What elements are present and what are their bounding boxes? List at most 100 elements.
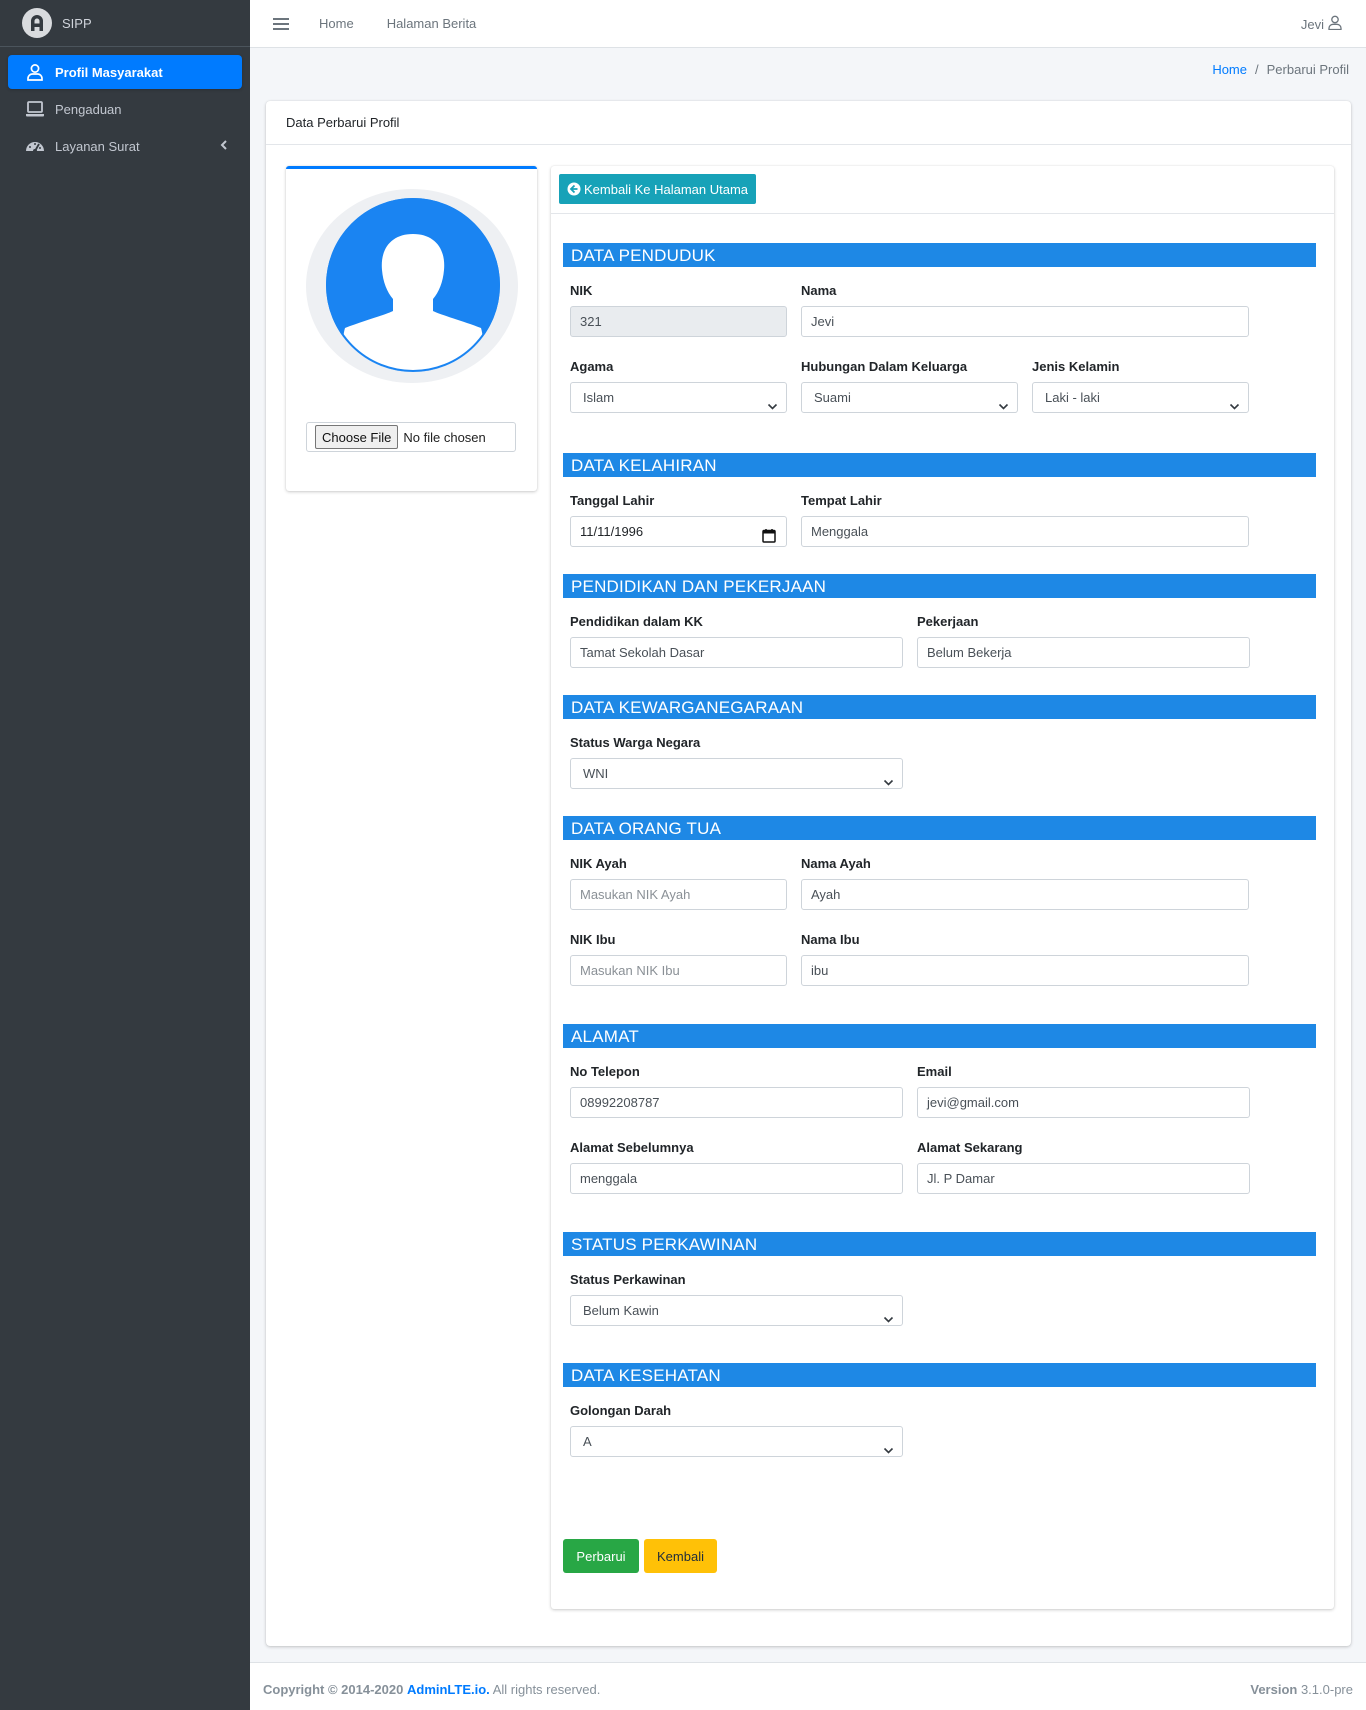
brand-logo-icon (22, 8, 52, 38)
status-perkawinan-select[interactable]: Belum Kawin (570, 1295, 903, 1326)
section-data-kesehatan: DATA KESEHATAN (563, 1363, 1316, 1387)
nik-ibu-field[interactable]: Masukan NIK Ibu (570, 955, 787, 986)
sidebar-item-pengaduan[interactable]: Pengaduan (8, 92, 242, 126)
user-icon (1328, 15, 1342, 33)
sidebar-item-layanan-surat[interactable]: Layanan Surat (8, 129, 242, 163)
alamat-sekarang-field[interactable]: Jl. P Damar (917, 1163, 1250, 1194)
section-pendidikan-pekerjaan: PENDIDIKAN DAN PEKERJAAN (563, 574, 1316, 598)
nama-ibu-field[interactable]: ibu (801, 955, 1249, 986)
telepon-field[interactable]: 08992208787 (570, 1087, 903, 1118)
section-data-penduduk: DATA PENDUDUK (563, 243, 1316, 267)
status-warga-value: WNI (583, 766, 609, 781)
calendar-icon[interactable] (762, 524, 776, 546)
label-golongan-darah: Golongan Darah (570, 1403, 672, 1418)
chevron-down-icon (883, 1306, 894, 1323)
pendidikan-field[interactable]: Tamat Sekolah Dasar (570, 637, 903, 668)
jenis-kelamin-value: Laki - laki (1045, 390, 1100, 405)
label-pendidikan: Pendidikan dalam KK (570, 614, 703, 629)
label-nik-ayah: NIK Ayah (570, 856, 627, 871)
back-button-label: Kembali Ke Halaman Utama (584, 181, 749, 197)
chevron-down-icon (883, 1437, 894, 1454)
rights-text: All rights reserved. (492, 1682, 601, 1697)
nik-ayah-field[interactable]: Masukan NIK Ayah (570, 879, 787, 910)
nama-ayah-field[interactable]: Ayah (801, 879, 1249, 910)
status-perkawinan-value: Belum Kawin (583, 1303, 659, 1318)
top-navbar: Home Halaman Berita Jevi (250, 0, 1366, 48)
label-email: Email (917, 1064, 952, 1079)
breadcrumb-separator: / (1255, 62, 1259, 77)
status-warga-select[interactable]: WNI (570, 758, 903, 789)
file-status: No file chosen (403, 429, 486, 445)
avatar-frame (306, 189, 518, 383)
sidebar-item-label: Pengaduan (55, 101, 122, 117)
section-alamat: ALAMAT (563, 1024, 1316, 1048)
golongan-darah-select[interactable]: A (570, 1426, 903, 1457)
label-tanggal-lahir: Tanggal Lahir (570, 493, 655, 508)
sidebar: SIPP Profil Masyarakat Pengaduan Layanan… (0, 0, 250, 1710)
brand[interactable]: SIPP (0, 0, 250, 47)
label-nama-ibu: Nama Ibu (801, 932, 860, 947)
label-pekerjaan: Pekerjaan (917, 614, 979, 629)
tachometer-icon (24, 136, 46, 156)
brand-name: SIPP (62, 15, 92, 31)
form-card-header: Kembali Ke Halaman Utama (551, 166, 1334, 214)
user-menu[interactable]: Jevi (1301, 15, 1342, 33)
kembali-button[interactable]: Kembali (644, 1539, 717, 1573)
nav-link-home[interactable]: Home (319, 16, 354, 31)
label-jenis-kelamin: Jenis Kelamin (1032, 359, 1120, 374)
back-to-home-button[interactable]: Kembali Ke Halaman Utama (559, 174, 756, 204)
avatar (326, 198, 500, 372)
photo-file-input[interactable]: Choose File No file chosen (306, 422, 516, 452)
label-tempat-lahir: Tempat Lahir (801, 493, 882, 508)
perbarui-button[interactable]: Perbarui (563, 1539, 639, 1573)
agama-select[interactable]: Islam (570, 382, 787, 413)
breadcrumb-home[interactable]: Home (1212, 62, 1247, 77)
breadcrumb-current: Perbarui Profil (1266, 62, 1349, 77)
choose-file-button[interactable]: Choose File (315, 425, 399, 449)
footer-copyright: Copyright © 2014-2020 AdminLTE.io. All r… (263, 1682, 600, 1697)
version-number: 3.1.0-pre (1300, 1682, 1353, 1697)
section-status-perkawinan: STATUS PERKAWINAN (563, 1232, 1316, 1256)
label-nik-ibu: NIK Ibu (570, 932, 616, 947)
agama-value: Islam (583, 390, 615, 405)
label-agama: Agama (570, 359, 614, 374)
tanggal-lahir-value: 11/11/1996 (580, 524, 644, 539)
section-data-kewarganegaraan: DATA KEWARGANEGARAAN (563, 695, 1316, 719)
label-alamat-sebelumnya: Alamat Sebelumnya (570, 1140, 694, 1155)
footer-version: Version 3.1.0-pre (1250, 1682, 1353, 1697)
profile-form-card: Kembali Ke Halaman Utama DATA PENDUDUK N… (551, 166, 1334, 1609)
card-title: Data Perbarui Profil (266, 101, 1351, 145)
label-nama: Nama (801, 283, 837, 298)
sidebar-item-label: Profil Masyarakat (55, 64, 163, 80)
hubungan-select[interactable]: Suami (801, 382, 1018, 413)
label-status-perkawinan: Status Perkawinan (570, 1272, 686, 1287)
sidebar-item-label: Layanan Surat (55, 138, 140, 154)
main-card: Data Perbarui Profil Choose File No file… (266, 101, 1351, 1646)
tempat-lahir-field[interactable]: Menggala (801, 516, 1249, 547)
pekerjaan-field[interactable]: Belum Bekerja (917, 637, 1250, 668)
label-hubungan: Hubungan Dalam Keluarga (801, 359, 968, 374)
jenis-kelamin-select[interactable]: Laki - laki (1032, 382, 1249, 413)
nik-field[interactable]: 321 (570, 306, 787, 337)
user-icon (24, 62, 46, 82)
tanggal-lahir-field[interactable]: 11/11/1996 (570, 516, 787, 547)
chevron-down-icon (998, 393, 1009, 410)
adminlte-link[interactable]: AdminLTE.io. (407, 1682, 490, 1697)
label-status-warga: Status Warga Negara (570, 735, 701, 750)
nama-field[interactable]: Jevi (801, 306, 1249, 337)
section-data-orang-tua: DATA ORANG TUA (563, 816, 1316, 840)
label-alamat-sekarang: Alamat Sekarang (917, 1140, 1023, 1155)
menu-toggle-icon[interactable] (273, 17, 289, 30)
copyright-text: Copyright © 2014-2020 (263, 1682, 404, 1697)
nav-link-halaman-berita[interactable]: Halaman Berita (387, 16, 477, 31)
user-name: Jevi (1300, 16, 1324, 32)
alamat-sebelumnya-field[interactable]: menggala (570, 1163, 903, 1194)
email-field[interactable]: jevi@gmail.com (917, 1087, 1250, 1118)
golongan-darah-value: A (583, 1434, 592, 1449)
hubungan-value: Suami (814, 390, 851, 405)
version-label: Version (1250, 1682, 1298, 1697)
chevron-down-icon (767, 393, 778, 410)
label-telepon: No Telepon (570, 1064, 640, 1079)
label-nik: NIK (570, 283, 593, 298)
sidebar-item-profil-masyarakat[interactable]: Profil Masyarakat (8, 55, 242, 89)
